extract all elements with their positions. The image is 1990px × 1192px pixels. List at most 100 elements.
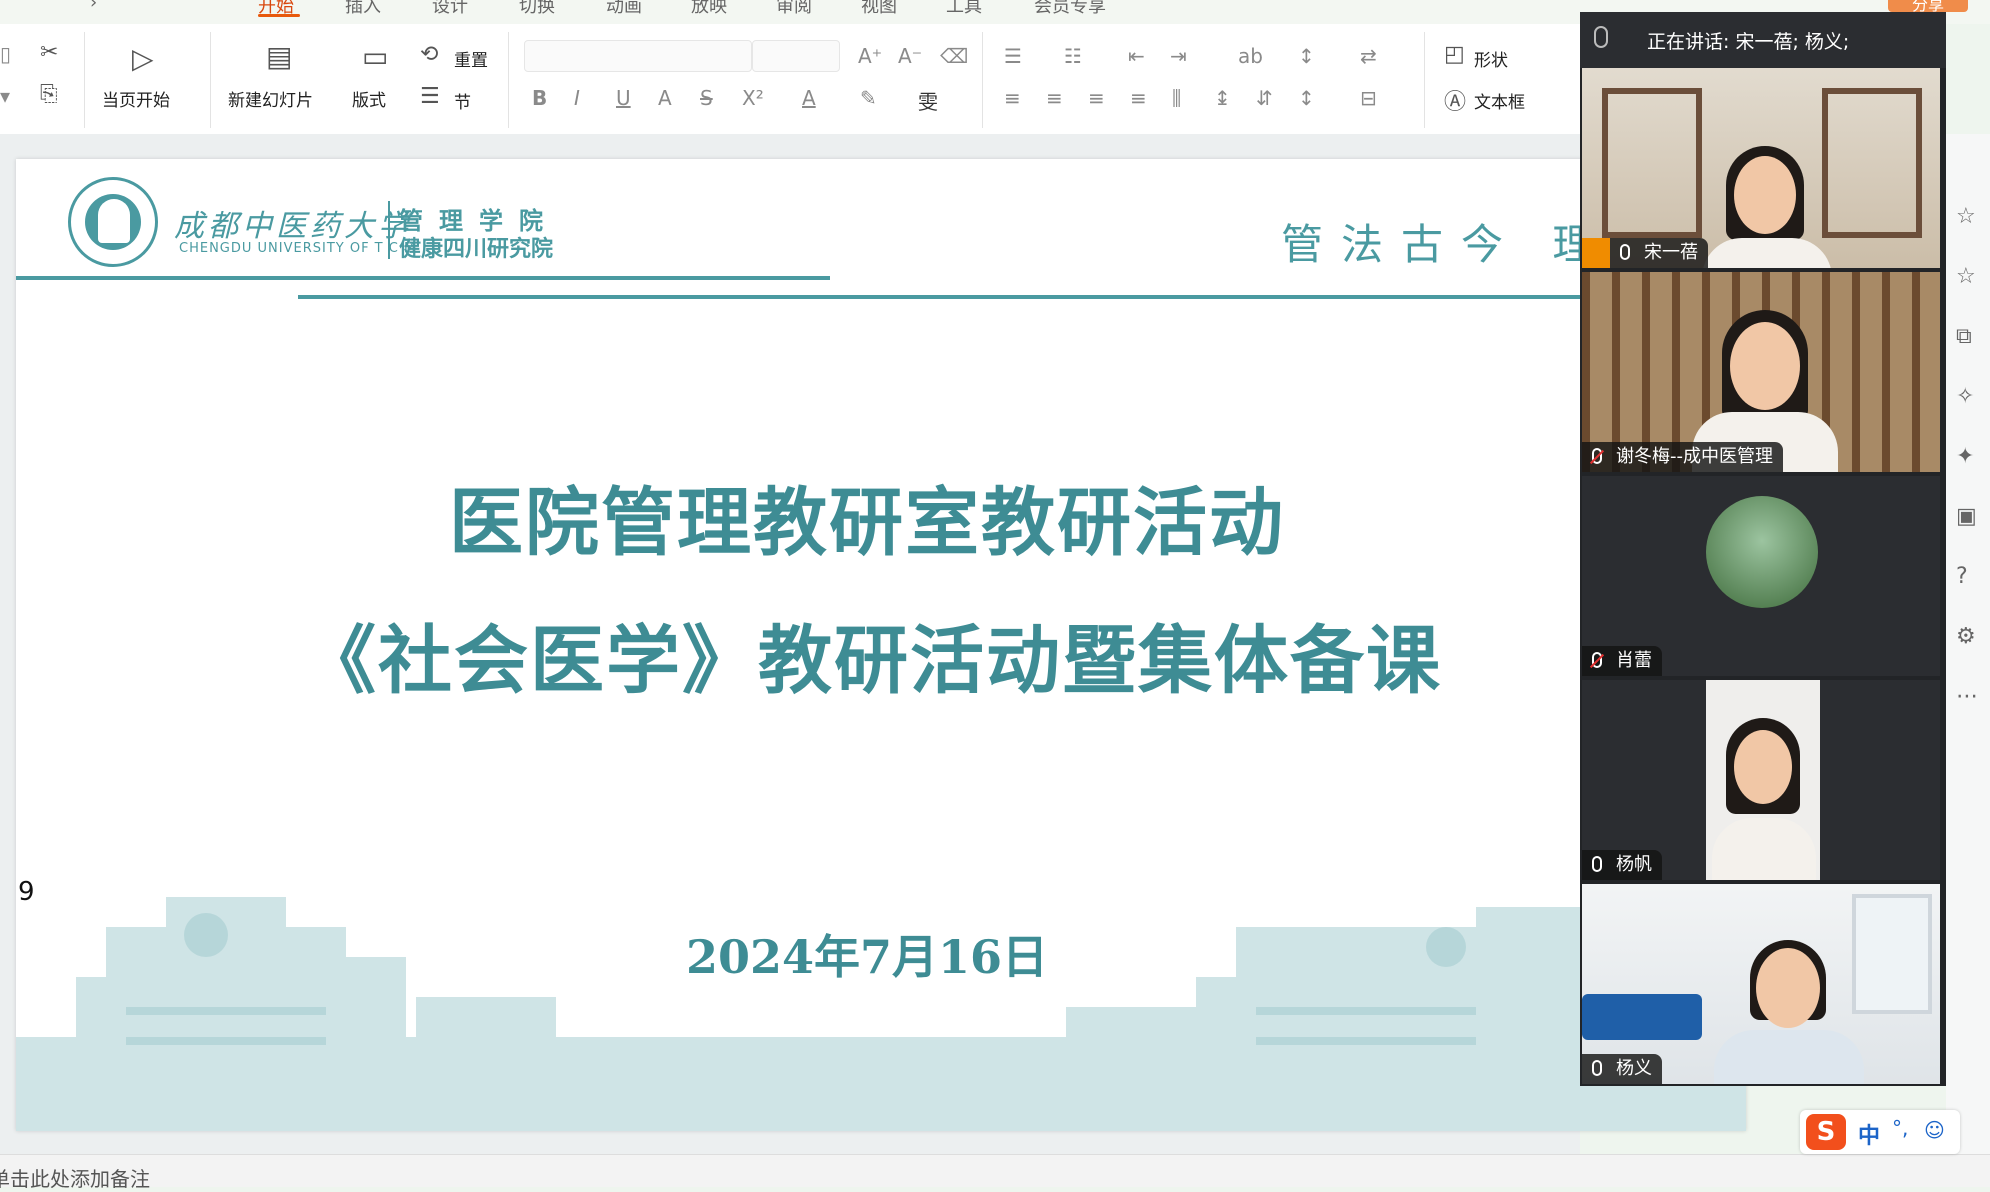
tab-tools[interactable]: 工具: [946, 0, 982, 18]
new-slide-icon[interactable]: ▤: [266, 40, 292, 73]
increase-font-icon[interactable]: A⁺: [858, 44, 882, 68]
sort-icon[interactable]: ↕: [1298, 44, 1315, 68]
justify-icon[interactable]: ≡: [1130, 86, 1147, 110]
tab-animation[interactable]: 动画: [606, 0, 642, 18]
tab-member[interactable]: 会员专享: [1034, 0, 1106, 18]
ime-toolbar[interactable]: S 中 °, ☺: [1800, 1110, 1960, 1154]
participant-tile[interactable]: 肖蕾: [1582, 476, 1940, 676]
more-icon[interactable]: ⋯: [1956, 684, 1978, 709]
tab-design[interactable]: 设计: [432, 0, 468, 18]
paragraph-spacing-icon[interactable]: ⇵: [1256, 86, 1273, 110]
layout-icon[interactable]: ▭: [362, 40, 388, 73]
phonetic-icon[interactable]: 雯: [918, 86, 938, 115]
host-badge-icon: [1582, 238, 1610, 268]
animation-icon[interactable]: ✧: [1956, 384, 1974, 409]
text-align-vertical-icon[interactable]: ⊟: [1360, 86, 1377, 110]
settings-icon[interactable]: ⚙: [1956, 624, 1976, 649]
blue-sofa: [1582, 994, 1702, 1040]
share-button[interactable]: 分享: [1888, 0, 1968, 14]
participant-name: 杨帆: [1616, 854, 1652, 875]
ime-mode-toggle[interactable]: 中: [1858, 1118, 1880, 1150]
participant-tile[interactable]: 谢冬梅--成中医管理: [1582, 272, 1940, 472]
copy-icon[interactable]: ⎘: [40, 82, 58, 107]
bookshelf: [1822, 88, 1922, 238]
section-button[interactable]: 节: [454, 88, 471, 113]
institute-name: 健康四川研究院: [399, 237, 554, 262]
bullets-icon[interactable]: ☰: [1004, 44, 1022, 68]
shape-icon[interactable]: ◰: [1444, 42, 1465, 67]
paste-dropdown-icon[interactable]: ▾: [0, 84, 10, 108]
help-icon[interactable]: ?: [1956, 564, 1968, 589]
font-size-combo[interactable]: [752, 40, 840, 72]
reset-icon[interactable]: ⟲: [420, 42, 438, 67]
transition-icon[interactable]: ⧉: [1956, 324, 1972, 349]
underline-icon[interactable]: U: [616, 86, 631, 110]
magic-icon[interactable]: ✦: [1956, 444, 1974, 469]
emoji-icon[interactable]: ☺: [1924, 1118, 1945, 1142]
header-rule: [298, 295, 1746, 299]
convert-icon[interactable]: ⇄: [1360, 44, 1377, 68]
slide-subtitle: 《社会医学》教研活动暨集体备课: [302, 618, 1442, 704]
tab-slideshow[interactable]: 放映: [691, 0, 727, 18]
align-right-icon[interactable]: ≡: [1088, 86, 1105, 110]
tab-review[interactable]: 审阅: [776, 0, 812, 18]
align-left-icon[interactable]: ≡: [1004, 86, 1021, 110]
strikethrough-icon[interactable]: S: [700, 86, 713, 110]
start-from-current-button[interactable]: 当页开始: [102, 86, 170, 111]
video-conference-panel: 正在讲话: 宋一蓓; 杨义; 宋一蓓 谢冬梅--成中医管理 肖蕾 杨帆 杨义: [1580, 12, 1946, 1086]
clear-format-icon[interactable]: ⌫: [940, 44, 968, 68]
text-direction-icon[interactable]: ab: [1238, 44, 1263, 68]
textbox-button[interactable]: 文本框: [1474, 88, 1525, 113]
university-name-en: CHENGDU UNIVERSITY OF T C M: [179, 241, 417, 256]
divider: [508, 32, 509, 128]
gallery-icon[interactable]: ▣: [1956, 504, 1977, 529]
decrease-indent-icon[interactable]: ⇤: [1128, 44, 1145, 68]
italic-icon[interactable]: I: [574, 86, 580, 110]
paste-icon[interactable]: ▯: [0, 42, 11, 66]
line-height-icon[interactable]: ↕: [1298, 86, 1315, 110]
highlight-icon[interactable]: ✎: [860, 86, 877, 110]
participant-tile[interactable]: 杨义: [1582, 884, 1940, 1084]
notes-bar[interactable]: 单击此处添加备注: [0, 1154, 1990, 1191]
right-tool-column: ☆ ☆ ⧉ ✧ ✦ ▣ ? ⚙ ⋯: [1946, 134, 1990, 1154]
increase-indent-icon[interactable]: ⇥: [1170, 44, 1187, 68]
ime-punctuation-toggle[interactable]: °,: [1892, 1116, 1908, 1140]
new-slide-button[interactable]: 新建幻灯片: [228, 86, 313, 111]
participant-name-tag: 宋一蓓: [1610, 238, 1708, 268]
star-icon[interactable]: ☆: [1956, 264, 1976, 289]
active-tab-indicator: [258, 14, 300, 17]
tab-back-icon[interactable]: ›: [90, 0, 97, 13]
cut-icon[interactable]: ✂: [40, 40, 58, 65]
sogou-logo-icon[interactable]: S: [1806, 1114, 1846, 1150]
speaking-label: 正在讲话:: [1647, 31, 1730, 53]
tab-transition[interactable]: 切换: [519, 0, 555, 18]
bold-icon[interactable]: B: [532, 86, 547, 110]
participant-shirt: [1714, 1030, 1864, 1084]
font-name-combo[interactable]: [524, 40, 752, 72]
header-rule: [16, 276, 830, 280]
design-icon[interactable]: ☆: [1956, 204, 1976, 229]
numbering-icon[interactable]: ☷: [1064, 44, 1082, 68]
slide-canvas[interactable]: 成都中医药大学 CHENGDU UNIVERSITY OF T C M 管理学院…: [16, 159, 1746, 1131]
participant-face: [1756, 948, 1820, 1028]
divider: [982, 32, 983, 128]
font-color-icon[interactable]: A: [802, 86, 816, 110]
participant-tile[interactable]: 宋一蓓: [1582, 68, 1940, 268]
participant-tile[interactable]: 杨帆: [1582, 680, 1940, 880]
distribute-icon[interactable]: ⫼: [1172, 86, 1181, 110]
reset-button[interactable]: 重置: [454, 46, 488, 71]
section-icon[interactable]: ☰: [420, 84, 440, 109]
participant-avatar: [1706, 496, 1818, 608]
superscript-icon[interactable]: X²: [742, 86, 764, 110]
line-spacing-icon[interactable]: ↨: [1214, 86, 1231, 110]
layout-button[interactable]: 版式: [352, 86, 386, 111]
text-shadow-icon[interactable]: A: [658, 86, 672, 110]
play-from-current-icon[interactable]: ▷: [132, 42, 154, 75]
tab-view[interactable]: 视图: [861, 0, 897, 18]
textbox-icon[interactable]: Ⓐ: [1444, 84, 1466, 116]
align-center-icon[interactable]: ≡: [1046, 86, 1063, 110]
tab-insert[interactable]: 插入: [345, 0, 381, 18]
decrease-font-icon[interactable]: A⁻: [898, 44, 922, 68]
shape-button[interactable]: 形状: [1474, 46, 1508, 71]
slide-title: 医院管理教研室教研活动: [449, 480, 1285, 566]
